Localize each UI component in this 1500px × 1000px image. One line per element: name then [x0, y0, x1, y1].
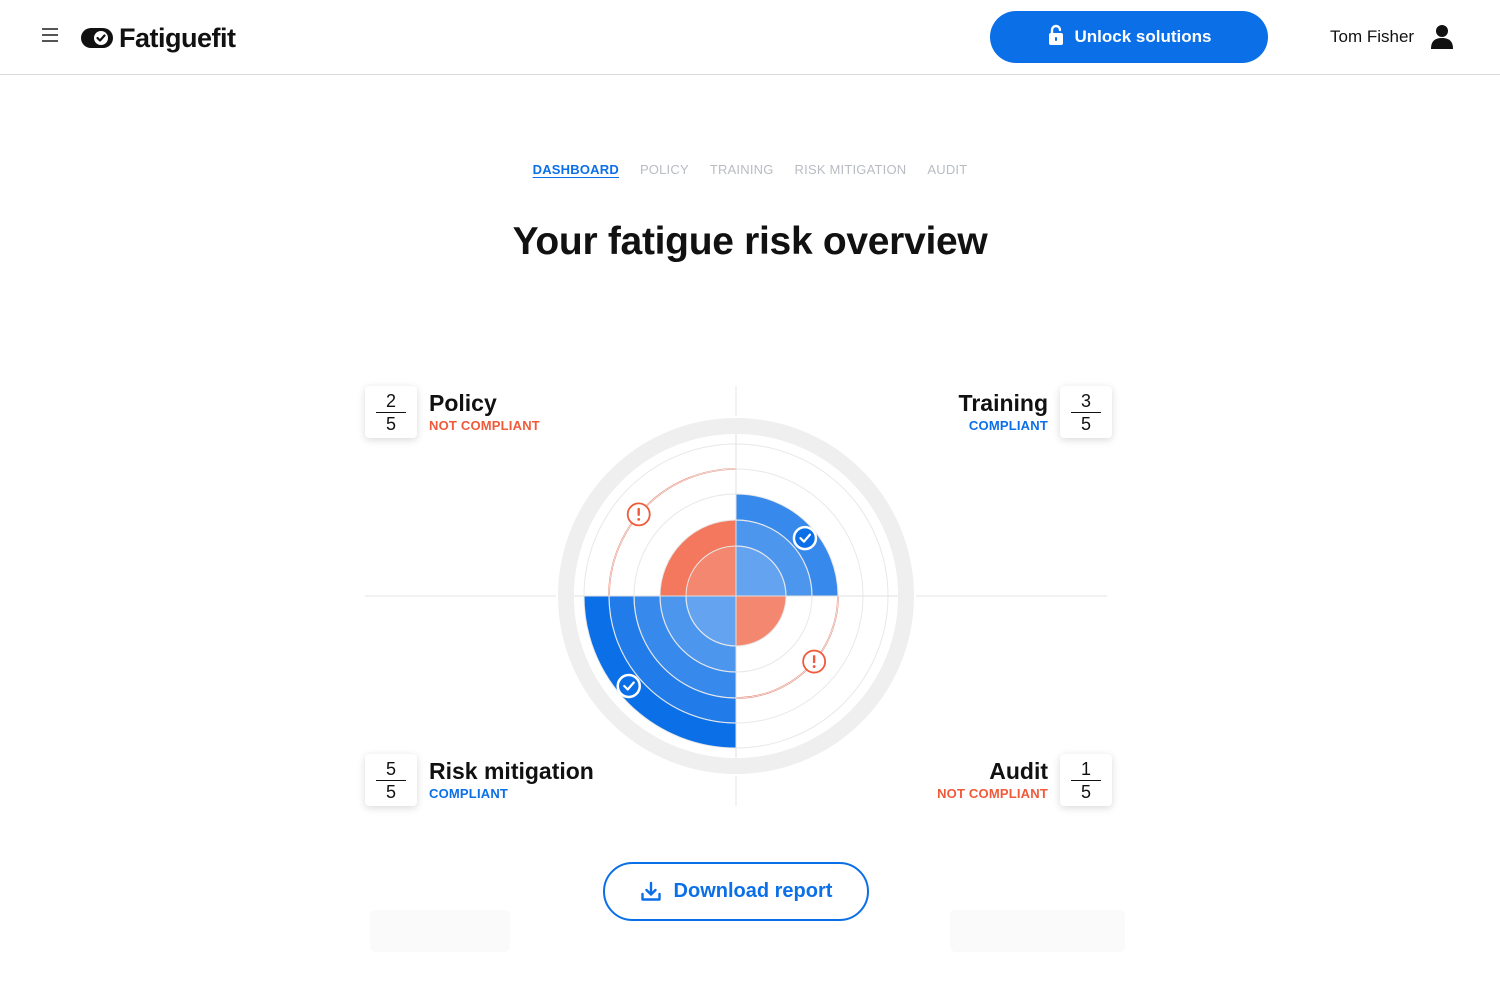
unlock-solutions-button[interactable]: Unlock solutions [990, 11, 1268, 63]
training-check-icon [792, 525, 818, 551]
policy-status: NOT COMPLIANT [429, 418, 540, 433]
guide-rings-group [583, 443, 889, 749]
top-bar: Fatiguefit Unlock solutions Tom Fisher [0, 0, 1500, 75]
markers-group [616, 502, 827, 699]
fraction-bar [376, 411, 406, 413]
policy-score: 2 5 [365, 386, 417, 438]
risk-mitigation-level-divider [659, 595, 737, 673]
brand-name: Fatiguefit [119, 22, 236, 53]
tab-dashboard[interactable]: DASHBOARD [533, 162, 619, 177]
guide-ring [685, 545, 787, 647]
risk-mitigation-title: Risk mitigation [429, 758, 594, 784]
training-card[interactable]: Training COMPLIANT 3 5 [959, 386, 1112, 438]
risk-mitigation-score-max: 5 [385, 781, 396, 802]
training-title: Training [958, 390, 1048, 416]
risk-mitigation-segment-level [634, 596, 736, 698]
fraction-bar [1071, 779, 1101, 781]
user-icon [1431, 25, 1454, 49]
hamburger-menu-icon[interactable] [42, 28, 62, 46]
training-level-divider [735, 519, 813, 597]
audit-target-arc [735, 595, 839, 699]
user-menu[interactable]: Tom Fisher [1330, 22, 1454, 52]
risk-mitigation-level-divider [608, 595, 737, 724]
risk-mitigation-level-divider [633, 595, 737, 699]
risk-mitigation-check-icon [616, 673, 642, 699]
inner-background [574, 434, 898, 758]
page-title: Your fatigue risk overview [512, 220, 988, 263]
audit-card[interactable]: Audit NOT COMPLIANT 1 5 [937, 754, 1112, 806]
tab-audit[interactable]: AUDIT [927, 162, 967, 177]
fraction-bar [1071, 411, 1101, 413]
guide-ring [659, 519, 813, 673]
risk-mitigation-card[interactable]: 5 5 Risk mitigation COMPLIANT [365, 754, 594, 806]
policy-alert-icon [626, 502, 651, 527]
audit-score: 1 5 [1060, 754, 1112, 806]
eye-check-logo-icon [81, 28, 113, 48]
download-report-button[interactable]: Download report [603, 862, 869, 921]
policy-target-arc [608, 468, 737, 597]
training-score-max: 5 [1080, 413, 1091, 434]
risk-mitigation-segment-level [660, 596, 736, 672]
guide-ring [633, 493, 839, 699]
fatigue-risk-radial-chart [365, 386, 1107, 806]
training-level-divider [735, 545, 787, 597]
risk-mitigation-segment-level [584, 596, 736, 748]
risk-mitigation-score: 5 5 [365, 754, 417, 806]
training-segment-level [736, 494, 838, 596]
training-score: 3 5 [1060, 386, 1112, 438]
policy-title: Policy [429, 390, 497, 416]
faded-footer-shadow [950, 910, 1125, 952]
audit-status: NOT COMPLIANT [937, 786, 1048, 801]
audit-score-max: 5 [1080, 781, 1091, 802]
risk-mitigation-segment-level [686, 596, 736, 646]
audit-alert-icon [802, 649, 827, 674]
policy-card[interactable]: 2 5 Policy NOT COMPLIANT [365, 386, 540, 438]
download-icon [640, 881, 661, 901]
audit-segment-level [736, 596, 786, 646]
risk-mitigation-level-divider [685, 595, 737, 647]
risk-mitigation-status: COMPLIANT [429, 786, 509, 801]
user-name: Tom Fisher [1330, 27, 1415, 46]
guide-ring [583, 443, 889, 749]
training-segment-level [736, 546, 786, 596]
download-report-label: Download report [673, 880, 833, 902]
policy-segment-level [686, 546, 736, 596]
unlock-solutions-label: Unlock solutions [1074, 27, 1212, 46]
tab-policy[interactable]: POLICY [640, 162, 689, 177]
faded-footer-shadow [370, 910, 510, 952]
audit-title: Audit [989, 758, 1048, 784]
unlock-icon [1048, 24, 1063, 45]
segments-group [584, 468, 839, 748]
risk-mitigation-score-value: 5 [385, 758, 396, 779]
outer-ring [558, 418, 914, 774]
fraction-bar [376, 779, 406, 781]
training-status: COMPLIANT [968, 418, 1048, 433]
tab-training[interactable]: TRAINING [710, 162, 774, 177]
training-score-value: 3 [1080, 390, 1091, 411]
tab-risk-mitigation[interactable]: RISK MITIGATION [795, 162, 907, 177]
audit-score-value: 1 [1080, 758, 1091, 779]
risk-mitigation-segment-level [609, 596, 736, 723]
policy-segment-level [660, 520, 736, 596]
section-tabs: DASHBOARD POLICY TRAINING RISK MITIGATIO… [0, 162, 1500, 177]
policy-score-value: 2 [385, 390, 396, 411]
training-segment-level [736, 520, 812, 596]
guide-ring [608, 468, 864, 724]
policy-score-max: 5 [385, 413, 396, 434]
brand-logo[interactable]: Fatiguefit [80, 20, 236, 56]
